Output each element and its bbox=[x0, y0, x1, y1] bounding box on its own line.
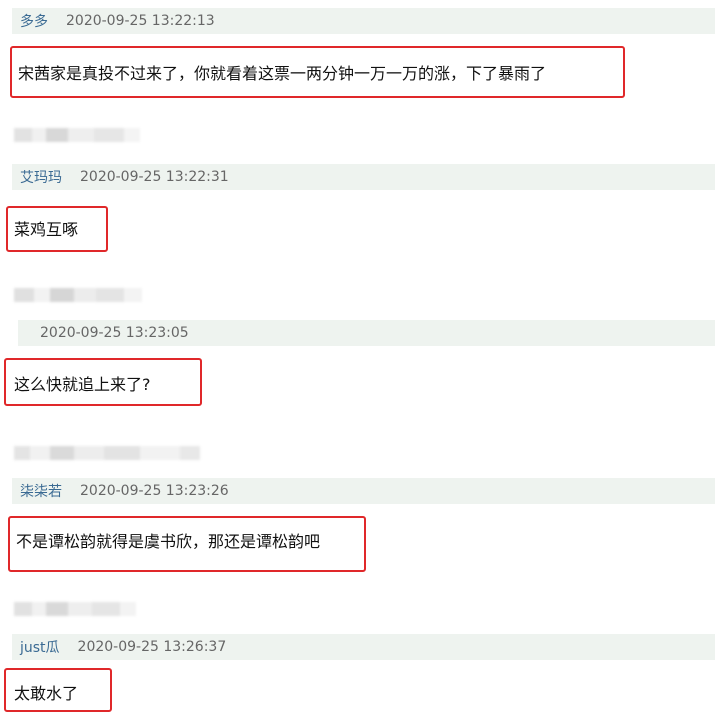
username-link[interactable]: just瓜 bbox=[20, 637, 60, 657]
comment-text: 菜鸡互啄 bbox=[14, 220, 79, 239]
comment-header: 艾玛玛 2020-09-25 13:22:31 bbox=[12, 164, 715, 190]
comment-text: 这么快就追上来了? bbox=[14, 375, 151, 394]
blurred-avatar-row bbox=[14, 128, 140, 142]
username-link[interactable]: 柒柒若 bbox=[20, 481, 62, 501]
timestamp: 2020-09-25 13:22:13 bbox=[66, 13, 215, 29]
comment-text: 宋茜家是真投不过来了，你就看着这票一两分钟一万一万的涨，下了暴雨了 bbox=[18, 64, 547, 83]
comment-header: just瓜 2020-09-25 13:26:37 bbox=[12, 634, 715, 660]
timestamp: 2020-09-25 13:23:05 bbox=[40, 325, 189, 341]
username-link[interactable]: 艾玛玛 bbox=[20, 167, 62, 187]
comment-header: 多多 2020-09-25 13:22:13 bbox=[12, 8, 715, 34]
blurred-avatar-row bbox=[14, 288, 142, 302]
blurred-avatar-row bbox=[14, 446, 200, 460]
timestamp: 2020-09-25 13:22:31 bbox=[80, 169, 229, 185]
blurred-avatar-row bbox=[14, 602, 136, 616]
comment-text: 不是谭松韵就得是虞书欣，那还是谭松韵吧 bbox=[16, 532, 321, 551]
timestamp: 2020-09-25 13:26:37 bbox=[77, 639, 227, 655]
timestamp: 2020-09-25 13:23:26 bbox=[80, 483, 229, 499]
comment-header: 2020-09-25 13:23:05 bbox=[18, 320, 715, 346]
comment-thread: { "comments": [ { "username": "多多", "tim… bbox=[0, 0, 715, 713]
comment-text: 太敢水了 bbox=[14, 684, 79, 703]
username-link[interactable]: 多多 bbox=[20, 11, 48, 31]
comment-header: 柒柒若 2020-09-25 13:23:26 bbox=[12, 478, 715, 504]
